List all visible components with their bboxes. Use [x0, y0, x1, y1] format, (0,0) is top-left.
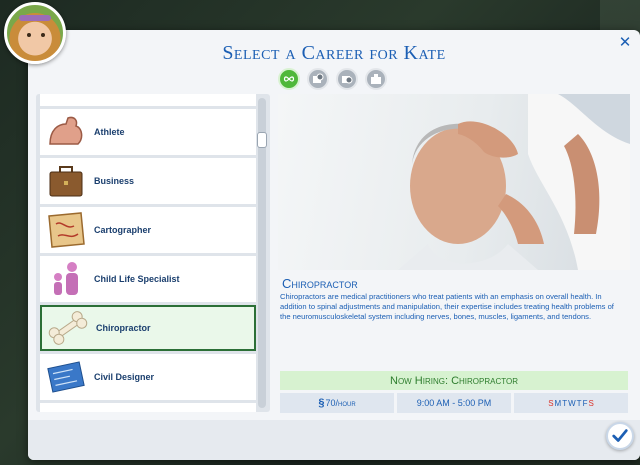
- map-icon: [44, 208, 88, 252]
- career-label: Civil Designer: [94, 372, 155, 382]
- day-monday: M: [554, 398, 562, 408]
- freelance-icon[interactable]: [336, 68, 358, 90]
- career-photo: [278, 94, 630, 270]
- flexed-arm-icon: [44, 110, 88, 154]
- career-name: Chiropractor: [282, 276, 358, 291]
- pay-unit: /hour: [335, 398, 356, 408]
- career-label: Athlete: [94, 127, 125, 137]
- career-list[interactable]: Athlete Business Cartographer Child Life…: [40, 94, 256, 412]
- career-item-chiropractor[interactable]: Chiropractor: [40, 305, 256, 351]
- bone-icon: [46, 306, 90, 350]
- career-item-athlete[interactable]: Athlete: [40, 109, 256, 155]
- career-item-cartographer[interactable]: Cartographer: [40, 207, 256, 253]
- checkmark-icon: [612, 429, 628, 442]
- avatar-eye: [41, 33, 45, 37]
- career-info-row: § 70 /hour 9:00 AM - 5:00 PM S M T W T F…: [280, 393, 628, 413]
- simoleon-icon: §: [318, 397, 325, 409]
- career-item-child-life-specialist[interactable]: Child Life Specialist: [40, 256, 256, 302]
- day-friday: F: [582, 398, 588, 408]
- avatar-eye: [27, 33, 31, 37]
- career-item-civil-designer[interactable]: Civil Designer: [40, 354, 256, 400]
- career-label: Business: [94, 176, 135, 186]
- career-list-panel: Athlete Business Cartographer Child Life…: [36, 94, 270, 412]
- day-sunday: S: [548, 398, 554, 408]
- career-label: Child Life Specialist: [94, 274, 180, 284]
- dialog-title: Select a Career for Kate: [222, 42, 446, 64]
- now-hiring-bar: Now Hiring: Chiropractor: [280, 371, 628, 390]
- part-time-icon[interactable]: [307, 68, 329, 90]
- scroll-thumb[interactable]: [257, 132, 267, 148]
- career-item-business[interactable]: Business: [40, 158, 256, 204]
- career-label: Cartographer: [94, 225, 152, 235]
- day-saturday: S: [588, 398, 594, 408]
- blueprint-icon: [44, 355, 88, 399]
- work-days: S M T W T F S: [514, 393, 628, 413]
- career-description: Chiropractors are medical practitioners …: [280, 292, 614, 321]
- active-career-icon[interactable]: [365, 68, 387, 90]
- dialog-footer: [28, 420, 640, 460]
- infinity-icon[interactable]: [278, 68, 300, 90]
- career-dialog: Select a Career for Kate ✕ Athlete Busin…: [28, 30, 640, 460]
- day-thursday: T: [576, 398, 582, 408]
- career-type-filters: [278, 68, 387, 90]
- avatar-hairband: [19, 15, 51, 21]
- work-hours: 9:00 AM - 5:00 PM: [397, 393, 511, 413]
- career-label: Chiropractor: [96, 323, 151, 333]
- day-tuesday: T: [562, 398, 568, 408]
- list-item: [40, 94, 256, 106]
- briefcase-icon: [44, 159, 88, 203]
- pay-rate: § 70 /hour: [280, 393, 394, 413]
- day-wednesday: W: [568, 398, 576, 408]
- parent-child-icon: [44, 257, 88, 301]
- confirm-button[interactable]: [606, 422, 634, 450]
- list-item: [40, 403, 256, 412]
- close-icon[interactable]: ✕: [618, 35, 632, 50]
- scrollbar[interactable]: [257, 98, 267, 408]
- avatar[interactable]: [4, 2, 66, 64]
- pay-amount: 70: [325, 398, 336, 408]
